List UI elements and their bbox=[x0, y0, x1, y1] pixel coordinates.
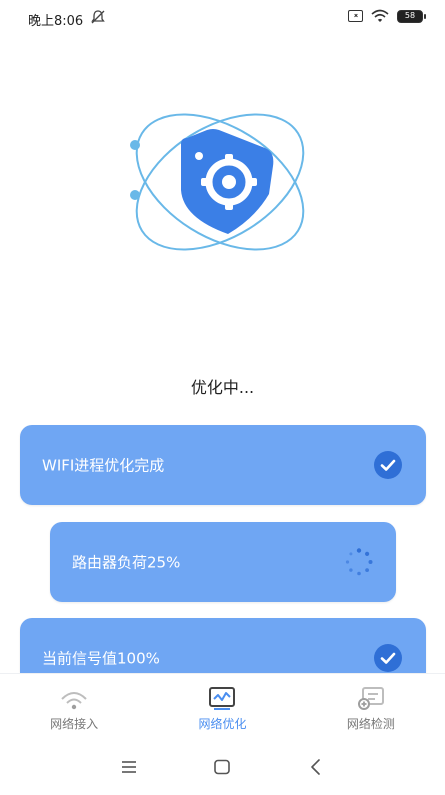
detect-icon bbox=[357, 687, 384, 710]
loading-spinner-icon bbox=[345, 548, 373, 576]
tab-network-access[interactable]: 网络接入 bbox=[0, 674, 148, 738]
tab-network-optimize[interactable]: 网络优化 bbox=[148, 674, 296, 738]
wifi-signal-icon bbox=[371, 9, 389, 22]
status-bar: 晚上8:06 58 bbox=[0, 0, 445, 34]
tab-label: 网络优化 bbox=[198, 717, 247, 731]
bottom-tab-bar: 网络接入 网络优化 网络检测 bbox=[0, 673, 445, 738]
tab-network-detect[interactable]: 网络检测 bbox=[297, 674, 445, 738]
system-nav-bar bbox=[0, 740, 445, 795]
shield-icon bbox=[181, 129, 274, 234]
orbit-dot-bottom bbox=[130, 190, 140, 200]
check-circle-icon bbox=[374, 451, 402, 479]
no-sim-icon bbox=[348, 10, 363, 22]
battery-icon: 58 bbox=[397, 9, 426, 23]
task-label: 当前信号值100% bbox=[42, 649, 160, 668]
optimizing-status: 优化中... bbox=[190, 378, 255, 397]
wifi-icon bbox=[61, 692, 87, 710]
status-time: 晚上8:06 bbox=[28, 14, 84, 29]
task-card-signal: 当前信号值100% bbox=[20, 618, 426, 673]
task-card-wifi: WIFI进程优化完成 bbox=[20, 425, 426, 505]
task-label: 路由器负荷25% bbox=[72, 553, 181, 572]
bell-muted-icon bbox=[91, 10, 105, 24]
task-label: WIFI进程优化完成 bbox=[42, 456, 165, 475]
menu-icon[interactable] bbox=[118, 758, 140, 776]
shield-orbit-illustration bbox=[130, 113, 305, 251]
back-icon[interactable] bbox=[305, 758, 327, 776]
check-circle-icon bbox=[374, 644, 402, 672]
home-icon[interactable] bbox=[211, 758, 233, 776]
tab-label: 网络接入 bbox=[50, 717, 99, 731]
task-card-router: 路由器负荷25% bbox=[50, 522, 396, 602]
optimize-icon bbox=[209, 687, 236, 710]
orbit-dot-top bbox=[130, 140, 140, 150]
tab-label: 网络检测 bbox=[346, 717, 395, 731]
